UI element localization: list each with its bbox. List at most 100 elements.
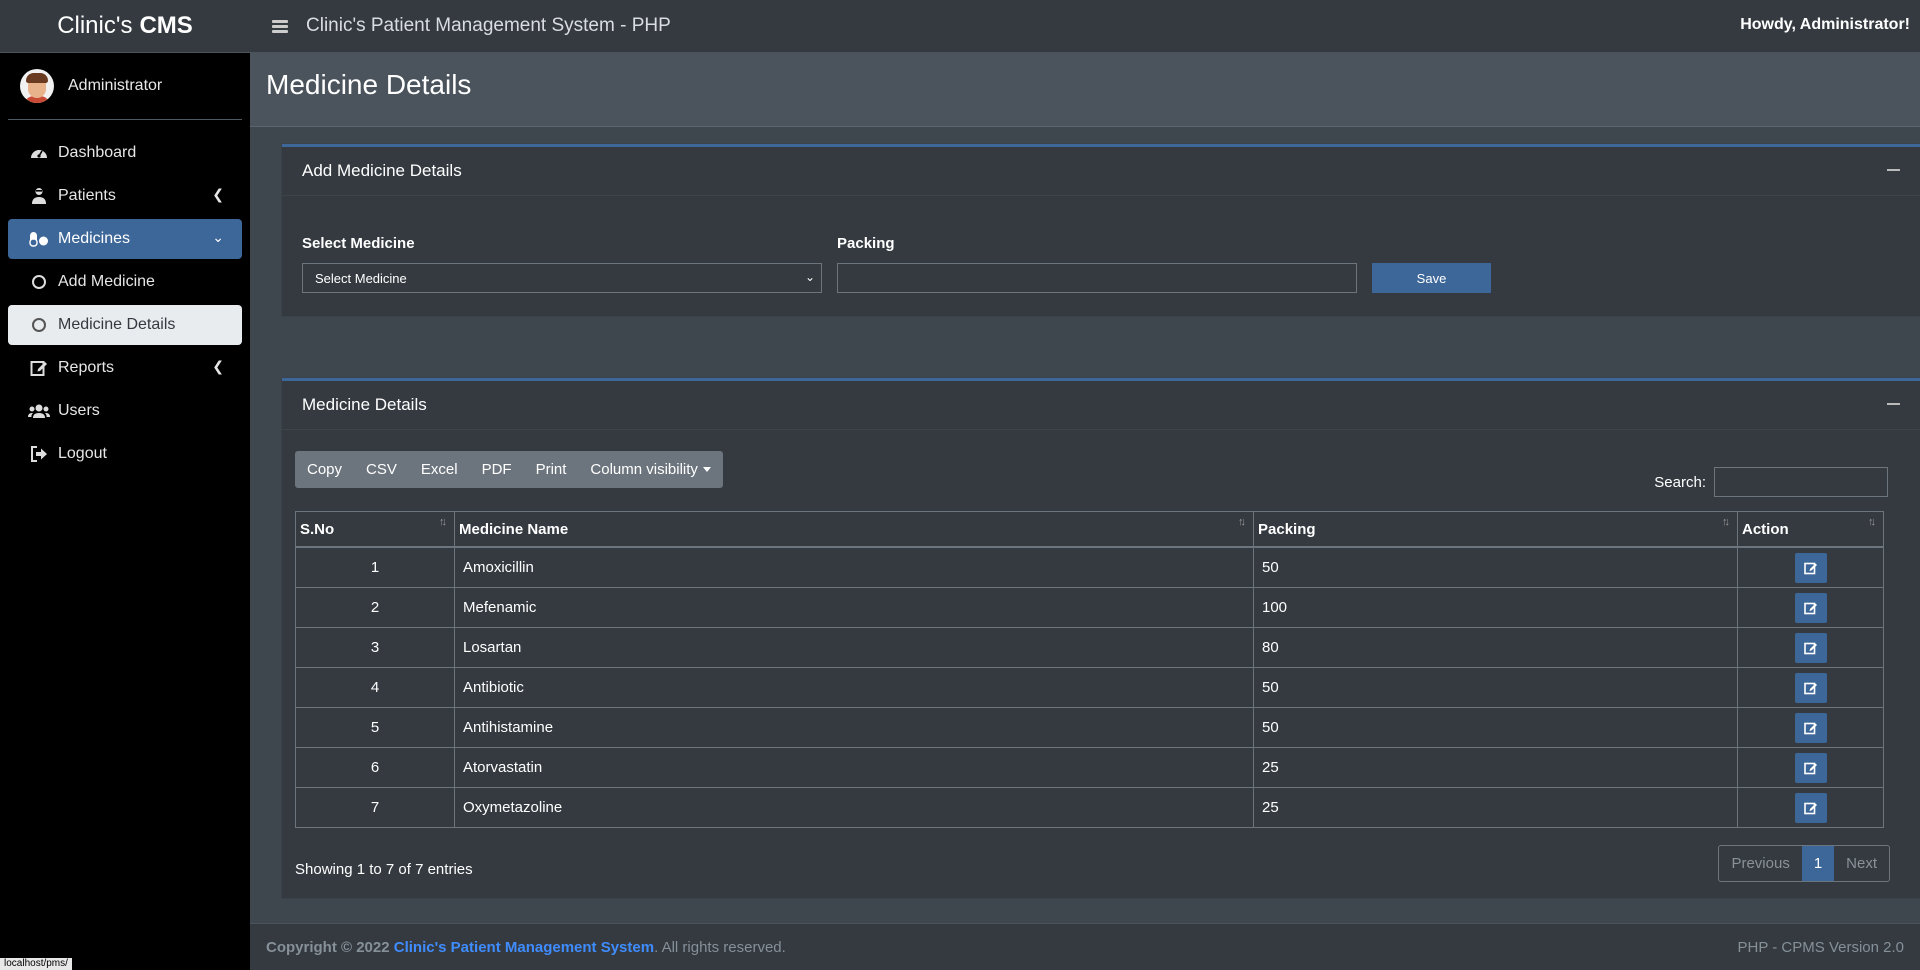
table-info: Showing 1 to 7 of 7 entries xyxy=(295,861,473,878)
pdf-button[interactable]: PDF xyxy=(470,451,524,488)
logout-icon xyxy=(28,444,50,464)
packing-input[interactable] xyxy=(837,263,1357,293)
column-label: Medicine Name xyxy=(459,520,569,538)
cell-action xyxy=(1737,587,1884,628)
column-header-sno[interactable]: S.No ↑↓ xyxy=(295,511,455,548)
sidebar-item-label: Dashboard xyxy=(58,144,137,161)
edit-button[interactable] xyxy=(1794,592,1827,623)
sidebar-item-medicines[interactable]: Medicines ⌄ xyxy=(8,219,242,259)
add-medicine-card: Add Medicine Details Select Medicine Sel… xyxy=(282,144,1920,316)
hamburger-icon[interactable] xyxy=(272,18,288,35)
column-header-medicine-name[interactable]: Medicine Name ↑↓ xyxy=(454,511,1254,548)
pagination: Previous 1 Next xyxy=(1718,845,1890,882)
column-header-packing[interactable]: Packing ↑↓ xyxy=(1253,511,1738,548)
sidebar-item-dashboard[interactable]: Dashboard xyxy=(8,133,242,173)
main-content: Add Medicine Details Select Medicine Sel… xyxy=(250,127,1920,923)
edit-icon xyxy=(28,358,50,378)
table-row: 3 Losartan 80 xyxy=(295,627,1884,668)
cell-action xyxy=(1737,546,1884,588)
caret-down-icon xyxy=(702,467,711,472)
edit-button[interactable] xyxy=(1794,792,1827,823)
edit-icon xyxy=(1803,562,1817,574)
page-1-button[interactable]: 1 xyxy=(1801,846,1835,881)
footer-version: PHP - CPMS Version 2.0 xyxy=(1737,938,1904,956)
edit-button[interactable] xyxy=(1794,712,1827,743)
footer-link[interactable]: Clinic's Patient Management System xyxy=(394,939,654,956)
cell-packing: 100 xyxy=(1253,587,1738,628)
column-visibility-button[interactable]: Column visibility xyxy=(578,451,723,488)
sidebar-item-label: Add Medicine xyxy=(58,273,155,290)
sidebar-item-label: Medicine Details xyxy=(58,316,176,333)
column-header-action[interactable]: Action ↑↓ xyxy=(1737,511,1884,548)
minus-icon[interactable] xyxy=(1887,403,1900,405)
table-row: 7 Oxymetazoline 25 xyxy=(295,787,1884,828)
avatar xyxy=(20,69,54,103)
user-panel[interactable]: Administrator xyxy=(8,53,242,120)
cell-action xyxy=(1737,627,1884,668)
sidebar-item-logout[interactable]: Logout xyxy=(8,434,242,474)
sort-icon: ↑↓ xyxy=(1238,516,1246,528)
sidebar-item-label: Patients xyxy=(58,187,116,204)
content-header: Medicine Details xyxy=(250,53,1920,127)
edit-icon xyxy=(1803,642,1817,654)
edit-icon xyxy=(1803,762,1817,774)
sort-icon: ↑↓ xyxy=(1868,516,1876,528)
copy-button[interactable]: Copy xyxy=(295,451,354,488)
sidebar-item-users[interactable]: Users xyxy=(8,391,242,431)
cell-medicine-name: Antibiotic xyxy=(454,667,1254,708)
cell-action xyxy=(1737,667,1884,708)
cell-sno: 5 xyxy=(295,707,455,748)
print-button[interactable]: Print xyxy=(524,451,579,488)
packing-label: Packing xyxy=(837,235,895,252)
cell-sno: 1 xyxy=(295,546,455,588)
sidebar-item-add-medicine[interactable]: Add Medicine xyxy=(8,262,242,302)
sidebar-item-medicine-details[interactable]: Medicine Details xyxy=(8,305,242,345)
excel-button[interactable]: Excel xyxy=(409,451,470,488)
brand-logo[interactable]: Clinic's CMS xyxy=(0,0,250,53)
brand-name: Clinic's xyxy=(57,12,133,39)
column-label: Action xyxy=(1742,520,1789,538)
edit-icon xyxy=(1803,802,1817,814)
system-title: Clinic's Patient Management System - PHP xyxy=(306,15,671,36)
select-medicine-dropdown[interactable]: Select Medicine ⌄ xyxy=(302,263,822,293)
select-value: Select Medicine xyxy=(315,270,407,286)
page-title: Medicine Details xyxy=(266,69,472,100)
edit-button[interactable] xyxy=(1794,632,1827,663)
cell-action xyxy=(1737,787,1884,828)
card-header: Medicine Details xyxy=(282,381,1920,430)
rights-text: . All rights reserved. xyxy=(654,938,786,956)
save-button[interactable]: Save xyxy=(1372,263,1491,293)
circle-icon xyxy=(28,315,50,335)
table-header-row: S.No ↑↓ Medicine Name ↑↓ Packing ↑↓ Acti… xyxy=(295,511,1884,548)
next-page-button[interactable]: Next xyxy=(1834,846,1889,881)
users-icon xyxy=(28,401,50,421)
edit-button[interactable] xyxy=(1794,672,1827,703)
user-injured-icon xyxy=(28,186,50,206)
sidebar-item-label: Medicines xyxy=(58,230,131,247)
card-header: Add Medicine Details xyxy=(282,147,1920,196)
sidebar-nav: Dashboard Patients ❮ Medicines ⌄ Add Med… xyxy=(0,133,250,474)
sidebar-item-reports[interactable]: Reports ❮ xyxy=(8,348,242,388)
cell-sno: 3 xyxy=(295,627,455,668)
previous-page-button[interactable]: Previous xyxy=(1719,846,1801,881)
minus-icon[interactable] xyxy=(1887,169,1900,171)
cell-medicine-name: Losartan xyxy=(454,627,1254,668)
table-search: Search: xyxy=(1654,467,1888,497)
csv-button[interactable]: CSV xyxy=(354,451,409,488)
edit-button[interactable] xyxy=(1794,752,1827,783)
copyright-text: Copyright © 2022 xyxy=(266,938,390,956)
top-navbar: Clinic's Patient Management System - PHP… xyxy=(250,0,1920,53)
card-title: Add Medicine Details xyxy=(302,161,462,180)
table-row: 6 Atorvastatin 25 xyxy=(295,747,1884,788)
sidebar-item-patients[interactable]: Patients ❮ xyxy=(8,176,242,216)
select-medicine-label: Select Medicine xyxy=(302,235,415,252)
search-label: Search: xyxy=(1654,473,1706,491)
edit-button[interactable] xyxy=(1794,552,1827,583)
sort-asc-icon: ↑↓ xyxy=(439,516,447,528)
column-label: Packing xyxy=(1258,520,1316,538)
medicine-list-card: Medicine Details Copy CSV Excel PDF Prin… xyxy=(282,378,1920,898)
cell-packing: 50 xyxy=(1253,546,1738,588)
cell-action xyxy=(1737,747,1884,788)
search-input[interactable] xyxy=(1714,467,1888,497)
cell-packing: 25 xyxy=(1253,747,1738,788)
